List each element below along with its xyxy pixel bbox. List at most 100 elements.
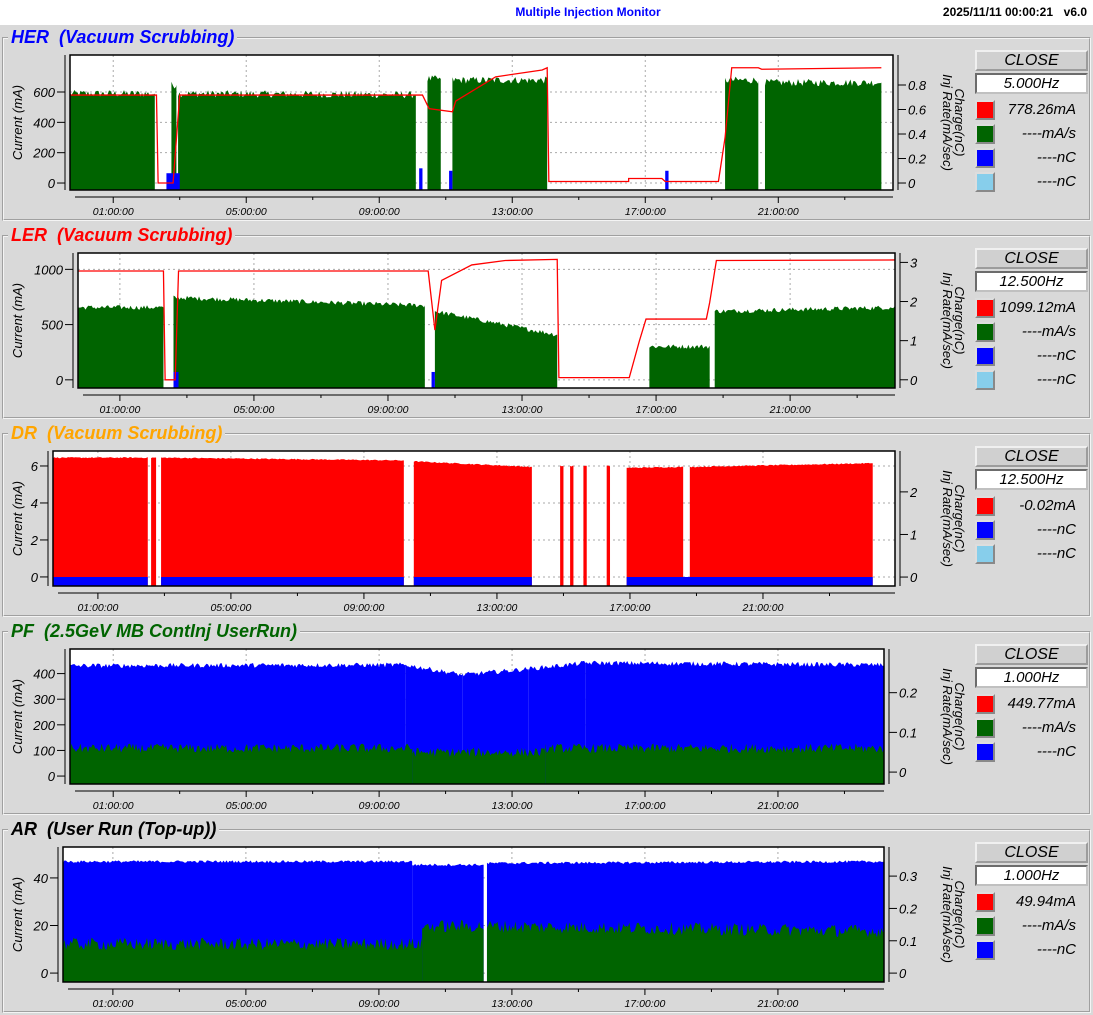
- y2-tick-label: 0: [908, 176, 916, 191]
- x-tick-label: 05:00:00: [226, 206, 267, 218]
- x-tick-label: 21:00:00: [757, 206, 799, 218]
- current-fill-segment: [53, 457, 148, 586]
- x-tick-label: 01:00:00: [93, 800, 134, 812]
- legend-value: ----nC: [1036, 521, 1076, 538]
- x-tick-label: 17:00:00: [624, 998, 665, 1010]
- legend-value: 1099.12mA: [999, 299, 1076, 316]
- x-tick-label: 09:00:00: [358, 998, 399, 1010]
- inj_rate-fill-segment: [714, 305, 895, 388]
- app-title: Multiple Injection Monitor: [515, 5, 661, 19]
- x-tick-label: 17:00:00: [625, 800, 666, 812]
- close-button[interactable]: CLOSE: [975, 50, 1088, 71]
- legend-item: ----mA/s: [975, 916, 1088, 936]
- y2-tick-label: 0.2: [908, 152, 927, 167]
- x-tick-label: 13:00:00: [477, 602, 518, 614]
- legend-item: ----mA/s: [975, 322, 1088, 342]
- legend-item: -0.02mA: [975, 496, 1088, 516]
- y2-tick-label: 0.8: [908, 78, 927, 93]
- legend-value: ----nC: [1036, 941, 1076, 958]
- charge-fill-segment: [431, 371, 435, 388]
- y-axis-label: Current (mA): [10, 85, 25, 160]
- y-tick-label: 2: [30, 533, 39, 548]
- y-tick-label: 40: [34, 871, 49, 886]
- x-tick-label: 17:00:00: [625, 206, 666, 218]
- legend-swatch: [975, 940, 995, 960]
- legend-item: ----nC: [975, 544, 1088, 564]
- x-tick-label: 13:00:00: [491, 998, 532, 1010]
- y-axis-label: Current (mA): [10, 679, 25, 754]
- inj_rate-fill-segment: [427, 75, 441, 190]
- legend-value: ----mA/s: [1021, 125, 1076, 142]
- current-fill-segment: [570, 465, 574, 586]
- chart: 0100200300400Current (mA)00.10.2 Inj Rate…: [10, 648, 967, 812]
- inj_rate-fill-segment: [649, 344, 710, 388]
- rate-display: 1.000Hz: [975, 865, 1088, 886]
- legend-value: ----mA/s: [1021, 323, 1076, 340]
- inj_rate-fill-segment: [70, 89, 155, 190]
- y2-tick-label: 0.6: [908, 103, 927, 118]
- rate-display: 1.000Hz: [975, 667, 1088, 688]
- y-tick-label: 600: [33, 85, 55, 100]
- x-tick-label: 01:00:00: [77, 602, 118, 614]
- x-tick-label: 05:00:00: [233, 404, 274, 416]
- y-tick-label: 0: [31, 570, 39, 585]
- inj_rate-fill-segment: [173, 295, 425, 388]
- y2-tick-label: 0: [899, 765, 907, 780]
- x-tick-label: 17:00:00: [636, 404, 677, 416]
- inj_rate-fill-segment: [725, 76, 759, 190]
- y2-axis-label-charge: Charge(nC): [952, 485, 967, 553]
- x-tick-label: 09:00:00: [343, 602, 384, 614]
- current-fill-segment: [689, 462, 873, 586]
- y2-axis-label-charge: Charge(nC): [952, 881, 967, 949]
- y2-tick-label: 0.2: [899, 686, 918, 701]
- rate-display: 12.500Hz: [975, 469, 1088, 490]
- legend-swatch: [975, 496, 995, 516]
- panel-ar: AR (User Run (Top-up)) 0 20 40 Current (mA) 0…: [0, 819, 1093, 1015]
- panel-her: HER (Vacuum Scrubbing) 0 200 400 600 Current …: [0, 27, 1093, 223]
- y2-axis-label-charge: Charge(nC): [952, 287, 967, 355]
- y-axis-label: Current (mA): [10, 283, 25, 358]
- legend-item: ----nC: [975, 346, 1088, 366]
- close-button[interactable]: CLOSE: [975, 644, 1088, 665]
- y-tick-label: 400: [33, 115, 55, 130]
- y2-tick-label: 0.1: [899, 934, 917, 949]
- y-tick-label: 100: [33, 743, 55, 758]
- y2-tick-label: 0: [910, 570, 918, 585]
- x-tick-label: 09:00:00: [368, 404, 409, 416]
- inj_rate-fill-segment: [764, 78, 882, 190]
- current-fill-segment: [151, 457, 157, 586]
- legend-swatch: [975, 298, 995, 318]
- current-fill-segment: [626, 466, 684, 586]
- panel-ler: LER (Vacuum Scrubbing) 0 500 1000 Current (m…: [0, 225, 1093, 421]
- y-tick-label: 200: [32, 718, 55, 733]
- close-button[interactable]: CLOSE: [975, 842, 1088, 863]
- legend-value: 778.26mA: [1007, 101, 1076, 118]
- legend-item: ----mA/s: [975, 718, 1088, 738]
- chart: 05001000Current (mA)0123Inj Rate(mA/sec)…: [10, 252, 967, 416]
- legend-swatch: [975, 718, 995, 738]
- legend-value: 49.94mA: [1015, 893, 1076, 910]
- x-tick-label: 21:00:00: [769, 404, 811, 416]
- close-button[interactable]: CLOSE: [975, 446, 1088, 467]
- charge-fill-segment: [419, 168, 423, 190]
- y2-axis-label-charge: Charge(nC): [952, 89, 967, 157]
- legend-item: ----nC: [975, 742, 1088, 762]
- legend-value: ----mA/s: [1021, 719, 1076, 736]
- legend-value: ----nC: [1036, 347, 1076, 364]
- legend-value: ----nC: [1036, 743, 1076, 760]
- y2-tick-label: 2: [909, 295, 918, 310]
- close-button[interactable]: CLOSE: [975, 248, 1088, 269]
- y-tick-label: 4: [31, 496, 38, 511]
- current-fill-segment: [161, 457, 404, 586]
- x-tick-label: 01:00:00: [99, 404, 140, 416]
- legend-item: ----nC: [975, 520, 1088, 540]
- y2-tick-label: 2: [909, 485, 918, 500]
- legend-item: 778.26mA: [975, 100, 1088, 120]
- y2-tick-label: 1: [910, 527, 917, 542]
- x-tick-label: 05:00:00: [225, 998, 266, 1010]
- y-axis-label: Current (mA): [10, 877, 25, 952]
- datetime: 2025/11/11 00:00:21: [942, 5, 1053, 19]
- legend-swatch: [975, 520, 995, 540]
- rate-display: 12.500Hz: [975, 271, 1088, 292]
- chart: 02040Current (mA)00.10.20.3 Inj Rate(mA/s…: [10, 846, 967, 1010]
